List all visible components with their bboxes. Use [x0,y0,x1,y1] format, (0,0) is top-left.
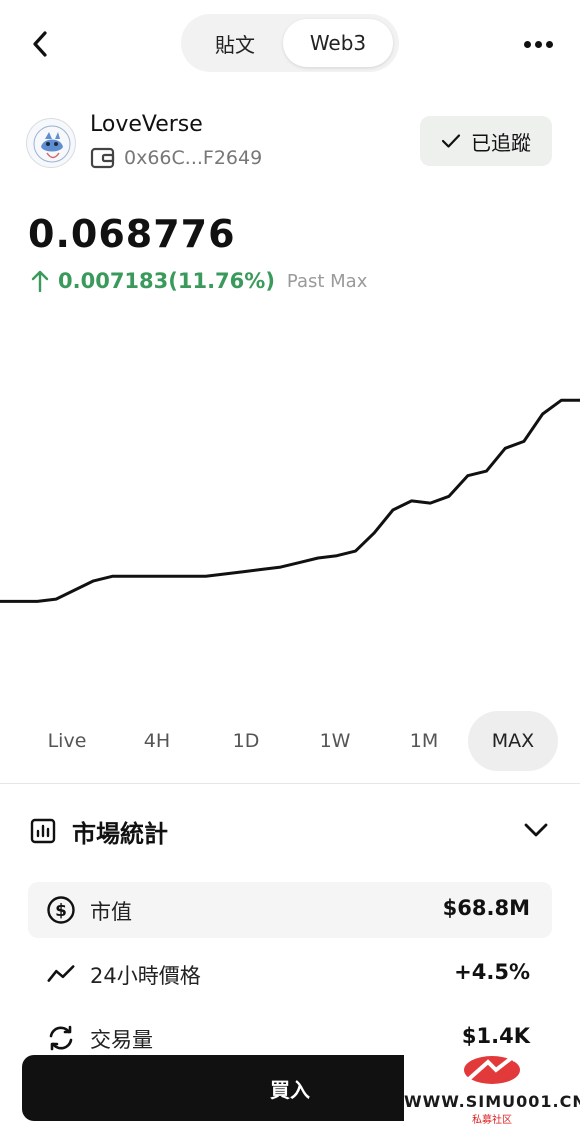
range-max[interactable]: MAX [468,711,558,771]
price-change-period: Past Max [286,270,368,292]
market-stats-title: 市場統計 [72,820,168,848]
site-watermark: WWW.SIMU001.CN 私募社区 [404,1048,580,1128]
arrow-up-icon [31,270,49,293]
trend-line-icon [46,959,76,989]
top-header: 貼文 Web3 [0,0,580,90]
tab-web3[interactable]: Web3 [283,19,393,67]
stat-value: +4.5% [454,960,530,984]
watermark-logo [464,1054,520,1084]
current-price: 0.068776 [28,212,236,256]
wallet-icon [90,147,115,169]
stat-value: $1.4K [461,1024,530,1048]
market-stats-header[interactable]: 市場統計 [28,808,552,854]
wallet-address-row[interactable]: 0x66C...F2649 [90,144,262,172]
stat-value: $68.8M [442,896,530,920]
range-1w[interactable]: 1W [290,711,380,771]
stat-label: 市值 [90,900,132,924]
following-button[interactable]: 已追蹤 [420,116,552,166]
svg-text:$: $ [55,901,67,921]
buy-label: 買入 [270,1077,310,1102]
check-icon [441,134,461,148]
range-4h[interactable]: 4H [112,711,202,771]
stat-row-market-cap: $ 市值 $68.8M [28,882,552,938]
price-change-row: 0.007183(11.76%) Past Max [30,266,367,296]
section-divider [0,783,580,784]
range-1m[interactable]: 1M [379,711,469,771]
time-range-selector: Live 4H 1D 1W 1M MAX [0,708,580,774]
tab-posts[interactable]: 貼文 [185,19,285,67]
project-name: LoveVerse [90,112,203,137]
range-1d[interactable]: 1D [201,711,291,771]
back-button[interactable] [24,26,56,62]
chevron-down-icon[interactable] [522,818,550,842]
price-line-series [0,398,580,603]
segmented-control: 貼文 Web3 [181,14,399,72]
stat-label: 交易量 [90,1028,153,1052]
project-avatar[interactable] [26,118,76,168]
price-change-value: 0.007183(11.76%) [58,269,275,293]
following-label: 已追蹤 [471,130,531,155]
more-dot [545,40,553,48]
stat-label: 24小時價格 [90,964,201,988]
stat-row-24h-price: 24小時價格 +4.5% [28,946,552,1002]
refresh-arrows-icon [46,1023,76,1053]
watermark-subtext: 私募社区 [472,1115,512,1126]
more-dot [534,40,542,48]
watermark-text: WWW.SIMU001.CN [404,1092,580,1111]
price-chart[interactable] [0,330,580,690]
range-live[interactable]: Live [22,711,112,771]
wallet-address: 0x66C...F2649 [124,147,263,169]
bar-chart-icon [30,818,56,844]
more-horizontal-icon [523,40,531,48]
dollar-circle-icon: $ [46,895,76,925]
chevron-left-icon [33,31,47,57]
avatar-art [33,125,71,163]
more-button[interactable] [520,30,556,58]
